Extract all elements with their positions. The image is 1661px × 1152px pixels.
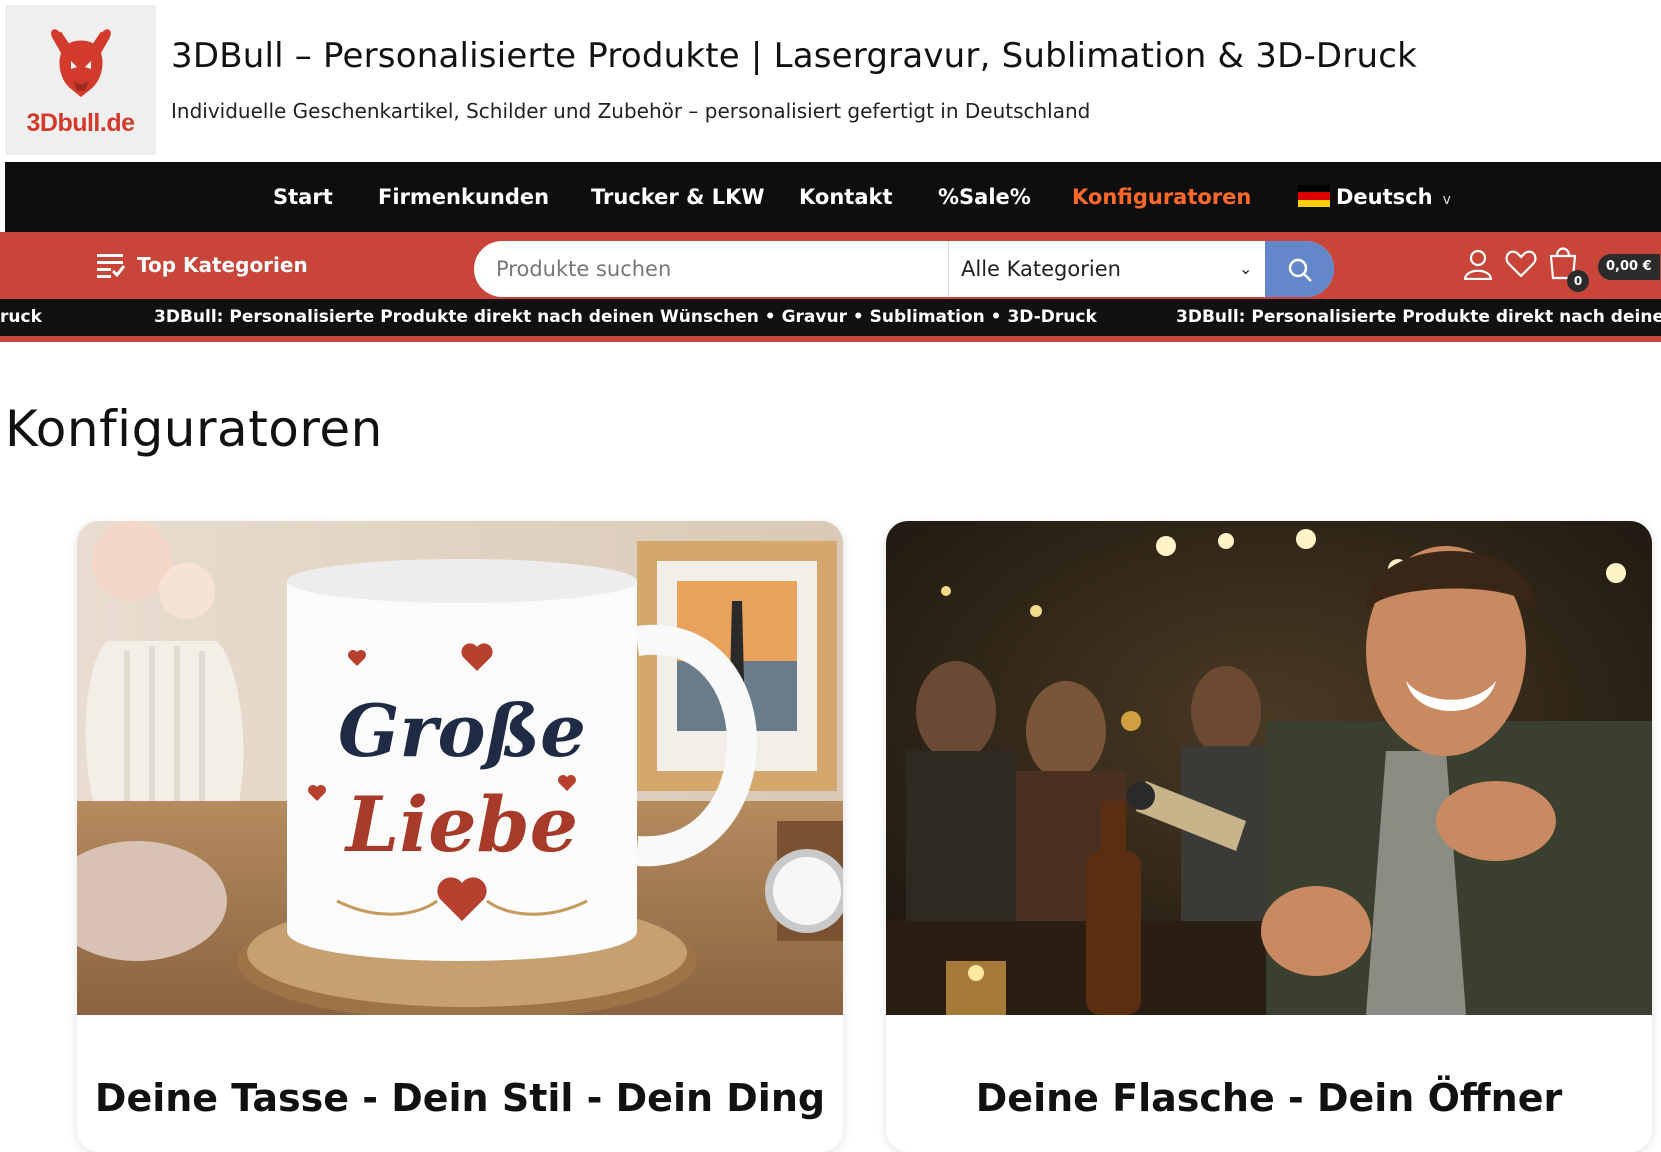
announcement-ticker: ruck 3DBull: Personalisierte Produkte di…: [0, 299, 1661, 342]
product-card-mug[interactable]: Große Liebe Deine Tasse - Dein Stil - De…: [77, 521, 843, 1152]
german-flag-icon: [1298, 184, 1330, 208]
menu-list-icon: [97, 253, 126, 278]
bull-logo-icon: [51, 29, 111, 98]
cart-total-badge[interactable]: 0,00 €: [1598, 254, 1660, 280]
mug-text-line-2: Liebe: [344, 780, 578, 869]
mug-text-line-1: Große: [338, 688, 586, 773]
nav-item-sale[interactable]: %Sale%: [938, 162, 1031, 232]
nav-item-konfiguratoren[interactable]: Konfiguratoren: [1072, 162, 1251, 232]
card-title[interactable]: Deine Flasche - Dein Öffner: [886, 1076, 1652, 1120]
search-box: Alle Kategorien ⌄: [474, 241, 1334, 297]
product-card-bottle-opener[interactable]: Deine Flasche - Dein Öffner: [886, 521, 1652, 1152]
language-switcher[interactable]: Deutsch v: [1298, 162, 1451, 232]
mug-image[interactable]: Große Liebe: [77, 521, 843, 1015]
search-button[interactable]: [1265, 241, 1334, 297]
search-input[interactable]: [474, 241, 948, 297]
site-tagline: Individuelle Geschenkartikel, Schilder u…: [171, 99, 1091, 123]
search-icon: [1288, 258, 1312, 282]
ticker-fragment: ruck: [0, 307, 42, 327]
top-categories-button[interactable]: Top Kategorien: [97, 232, 308, 299]
nav-item-trucker-lkw[interactable]: Trucker & LKW: [591, 162, 765, 232]
nav-item-kontakt[interactable]: Kontakt: [799, 162, 893, 232]
nav-item-start[interactable]: Start: [273, 162, 333, 232]
top-categories-label: Top Kategorien: [137, 253, 308, 277]
nav-item-firmenkunden[interactable]: Firmenkunden: [378, 162, 549, 232]
chevron-down-icon: v: [1442, 192, 1451, 208]
ticker-text: 3DBull: Personalisierte Produkte direkt …: [154, 307, 1097, 327]
logo[interactable]: 3Dbull.de: [5, 5, 156, 155]
logo-text: 3Dbull.de: [26, 109, 135, 137]
main-navigation: Start Firmenkunden Trucker & LKW Kontakt…: [5, 162, 1661, 232]
site-title[interactable]: 3DBull – Personalisierte Produkte | Lase…: [171, 36, 1417, 76]
cart-count-badge: 0: [1567, 270, 1589, 292]
ticker-text-repeat: 3DBull: Personalisierte Produkte direkt …: [1176, 307, 1661, 327]
account-icon[interactable]: [1463, 248, 1493, 280]
category-search-bar: Top Kategorien Alle Kategorien ⌄: [0, 232, 1661, 299]
language-label: Deutsch: [1336, 185, 1433, 209]
page-title: Konfiguratoren: [5, 400, 383, 458]
category-select-value: Alle Kategorien: [961, 257, 1121, 281]
site-header: 3Dbull.de 3DBull – Personalisierte Produ…: [0, 0, 1661, 162]
card-title[interactable]: Deine Tasse - Dein Stil - Dein Ding: [77, 1076, 843, 1120]
bottle-opener-image[interactable]: [886, 521, 1652, 1015]
chevron-down-icon: ⌄: [1239, 259, 1253, 278]
heart-icon[interactable]: [1505, 250, 1537, 278]
